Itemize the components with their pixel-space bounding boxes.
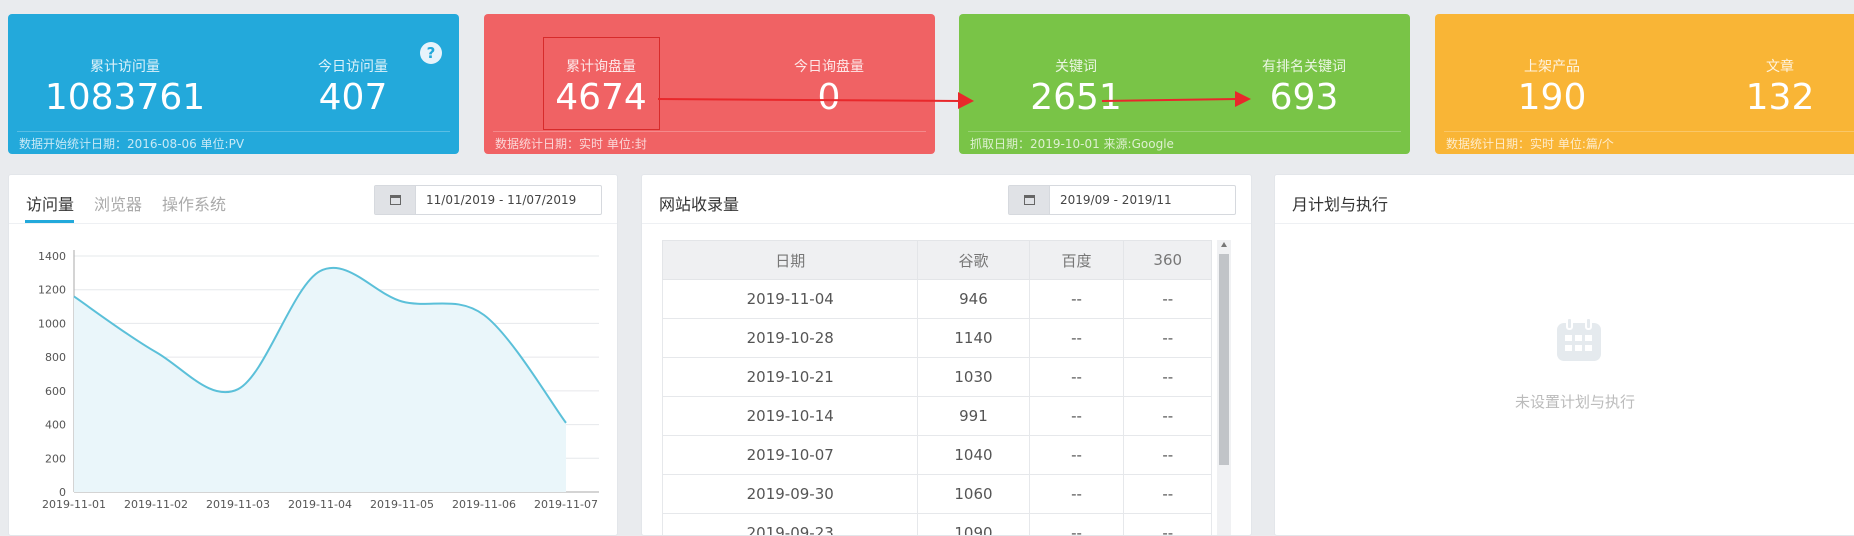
cell-baidu: --: [1029, 475, 1124, 514]
cell-date: 2019-11-04: [663, 280, 918, 319]
cell-360: --: [1124, 319, 1212, 358]
cell-google: 1060: [918, 475, 1029, 514]
table-row: 2019-10-071040----: [663, 436, 1212, 475]
cell-google: 1140: [918, 319, 1029, 358]
traffic-panel: 访问量 浏览器 操作系统 11/01/2019 - 11/07/2019 020…: [8, 174, 618, 536]
cell-baidu: --: [1029, 319, 1124, 358]
y-tick-label: 400: [45, 419, 66, 432]
cell-google: 946: [918, 280, 1029, 319]
traffic-panel-header: 访问量 浏览器 操作系统 11/01/2019 - 11/07/2019: [9, 175, 617, 224]
annotation-arrows: [0, 0, 1854, 160]
x-tick-label: 2019-11-04: [288, 498, 352, 511]
index-table-body: 2019-11-04946---- 2019-10-281140---- 201…: [663, 280, 1212, 536]
calendar-icon[interactable]: [1009, 186, 1050, 214]
tab-browser[interactable]: 浏览器: [94, 191, 142, 215]
cell-date: 2019-09-30: [663, 475, 918, 514]
plan-empty-text: 未设置计划与执行: [1275, 391, 1854, 412]
table-row: 2019-09-301060----: [663, 475, 1212, 514]
cell-360: --: [1124, 397, 1212, 436]
cell-google: 991: [918, 397, 1029, 436]
cell-date: 2019-10-28: [663, 319, 918, 358]
index-panel-title: 网站收录量: [659, 191, 739, 215]
cell-date: 2019-09-23: [663, 514, 918, 536]
column-header-baidu[interactable]: 百度: [1029, 241, 1124, 280]
table-row: 2019-10-211030----: [663, 358, 1212, 397]
index-panel: 网站收录量 2019/09 - 2019/11 日期 谷歌 百度 360 201…: [641, 174, 1252, 536]
y-tick-label: 1200: [38, 284, 66, 297]
arrow-head-2: [1235, 91, 1251, 107]
cell-360: --: [1124, 358, 1212, 397]
y-tick-label: 1000: [38, 317, 66, 330]
table-row: 2019-11-04946----: [663, 280, 1212, 319]
traffic-date-picker[interactable]: 11/01/2019 - 11/07/2019: [374, 185, 602, 215]
cell-baidu: --: [1029, 358, 1124, 397]
column-header-google[interactable]: 谷歌: [918, 241, 1029, 280]
index-panel-header: 网站收录量 2019/09 - 2019/11: [642, 175, 1251, 224]
series-area: [74, 268, 566, 492]
table-row: 2019-09-231090----: [663, 514, 1212, 536]
calendar-icon: [1556, 317, 1602, 363]
table-header-row: 日期 谷歌 百度 360: [663, 241, 1212, 280]
y-tick-label: 600: [45, 385, 66, 398]
cell-date: 2019-10-14: [663, 397, 918, 436]
traffic-date-range[interactable]: 11/01/2019 - 11/07/2019: [416, 186, 576, 214]
plan-panel-title: 月计划与执行: [1292, 191, 1388, 215]
cell-baidu: --: [1029, 514, 1124, 536]
cell-baidu: --: [1029, 280, 1124, 319]
arrow-head-1: [958, 92, 974, 109]
y-tick-label: 800: [45, 351, 66, 364]
table-scrollbar[interactable]: [1217, 240, 1231, 536]
cell-360: --: [1124, 475, 1212, 514]
tab-os[interactable]: 操作系统: [162, 191, 226, 215]
table-row: 2019-10-281140----: [663, 319, 1212, 358]
table-row: 2019-10-14991----: [663, 397, 1212, 436]
column-header-360[interactable]: 360: [1124, 241, 1212, 280]
active-tab-indicator: [25, 220, 74, 223]
x-tick-label: 2019-11-02: [124, 498, 188, 511]
x-tick-label: 2019-11-05: [370, 498, 434, 511]
index-date-range[interactable]: 2019/09 - 2019/11: [1050, 186, 1172, 214]
cell-baidu: --: [1029, 397, 1124, 436]
scroll-up-icon[interactable]: [1221, 242, 1227, 247]
cell-360: --: [1124, 514, 1212, 536]
arrow-line-1: [658, 99, 960, 101]
y-tick-label: 1400: [38, 250, 66, 263]
cell-google: 1040: [918, 436, 1029, 475]
index-table: 日期 谷歌 百度 360 2019-11-04946---- 2019-10-2…: [662, 240, 1212, 536]
x-tick-label: 2019-11-07: [534, 498, 598, 511]
scrollbar-thumb[interactable]: [1219, 254, 1229, 465]
plan-panel: 月计划与执行 未设置计划与执行: [1274, 174, 1854, 536]
tab-visits[interactable]: 访问量: [26, 191, 74, 215]
cell-date: 2019-10-21: [663, 358, 918, 397]
calendar-icon[interactable]: [375, 186, 416, 214]
traffic-chart: 02004006008001000120014002019-11-012019-…: [9, 224, 617, 534]
column-header-date[interactable]: 日期: [663, 241, 918, 280]
x-tick-label: 2019-11-03: [206, 498, 270, 511]
cell-google: 1090: [918, 514, 1029, 536]
y-tick-label: 200: [45, 452, 66, 465]
x-tick-label: 2019-11-01: [42, 498, 106, 511]
cell-date: 2019-10-07: [663, 436, 918, 475]
cell-360: --: [1124, 436, 1212, 475]
cell-baidu: --: [1029, 436, 1124, 475]
index-date-picker[interactable]: 2019/09 - 2019/11: [1008, 185, 1236, 215]
plan-panel-header: 月计划与执行: [1275, 175, 1854, 224]
cell-google: 1030: [918, 358, 1029, 397]
x-tick-label: 2019-11-06: [452, 498, 516, 511]
cell-360: --: [1124, 280, 1212, 319]
arrow-line-2: [1102, 99, 1237, 101]
